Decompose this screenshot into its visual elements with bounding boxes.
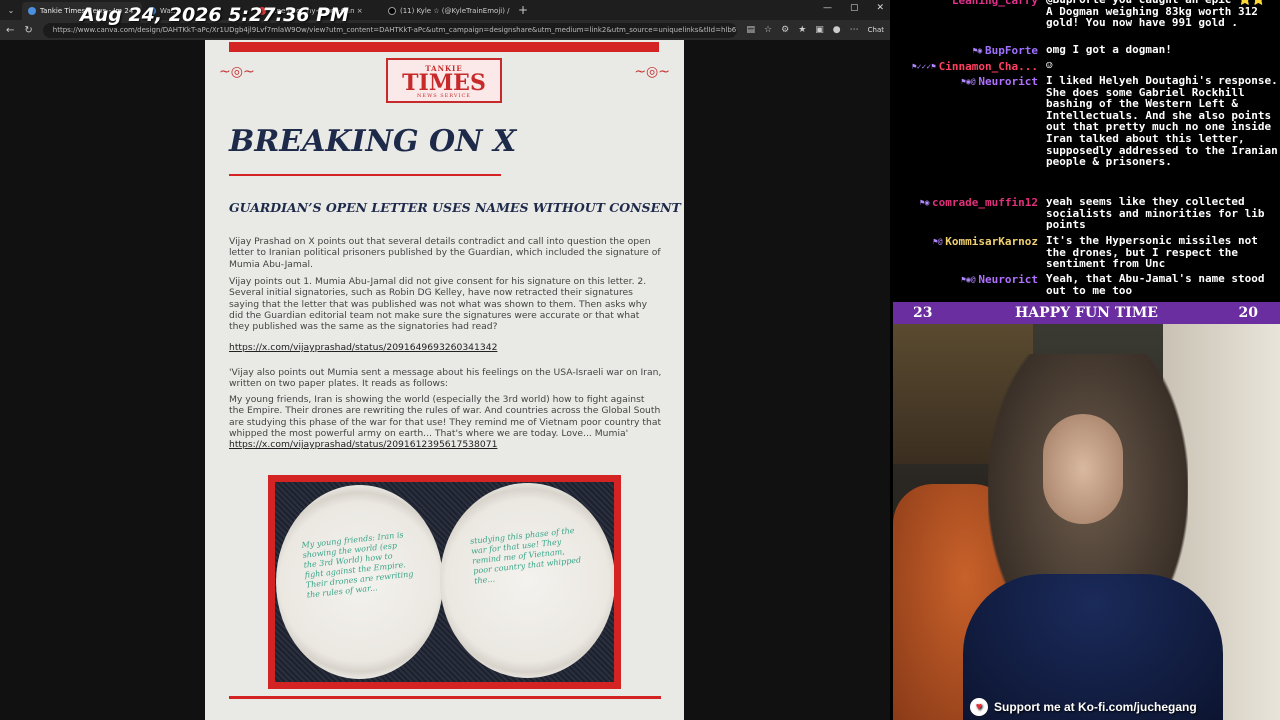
paragraph-2: Vijay points out 1. Mumia Abu-Jamal did … bbox=[229, 276, 648, 333]
chat-username[interactable]: Neurorict bbox=[978, 75, 1038, 88]
banner-right-number: 20 bbox=[1238, 305, 1258, 321]
new-tab-button[interactable]: + bbox=[512, 3, 534, 17]
banner-title: HAPPY FUN TIME bbox=[1015, 305, 1158, 321]
webcam-feed bbox=[893, 324, 1280, 720]
kofi-overlay: ♥ Support me at Ko-fi.com/juchegang bbox=[970, 696, 1197, 718]
chat-badges: ⚑◉@ bbox=[961, 77, 976, 86]
paper-plate-right: studying this phase of the war for that … bbox=[440, 483, 614, 678]
plate-right-handwriting: studying this phase of the war for that … bbox=[469, 525, 582, 586]
favorites-icon[interactable]: ★ bbox=[798, 25, 806, 35]
chat-badges: ⚑◉@ bbox=[961, 275, 976, 284]
star-icon[interactable]: ☆ bbox=[764, 25, 772, 35]
bottom-red-bar bbox=[229, 696, 661, 699]
tweet-link-1[interactable]: https://x.com/vijayprashad/status/209164… bbox=[229, 342, 497, 353]
kofi-text: Support me at Ko-fi.com/juchegang bbox=[994, 700, 1197, 714]
refresh-icon[interactable]: ↻ bbox=[24, 25, 32, 36]
top-red-bar bbox=[229, 42, 659, 52]
minimize-button[interactable]: — bbox=[823, 3, 832, 13]
toolbar-icons: ▤ ☆ ⚙ ★ ▣ ● ⋯ Chat bbox=[747, 25, 884, 35]
chat-badges: ⚑◉ bbox=[972, 46, 983, 55]
paragraph-4: My young friends, Iran is showing the wo… bbox=[229, 394, 662, 450]
swirl-ornament-right: ~◎~ bbox=[634, 64, 670, 80]
paper-plate-left: My young friends: Iran is showing the wo… bbox=[276, 485, 443, 679]
window-controls: — ▢ ✕ bbox=[823, 3, 884, 13]
logo-main-text: TIMES bbox=[402, 70, 486, 96]
headline: BREAKING ON X bbox=[229, 124, 517, 159]
chat-username[interactable]: Leaning_carry bbox=[952, 0, 1038, 7]
chat-badges: ⚑◉ bbox=[919, 198, 930, 207]
chat-message-text: ☺ bbox=[1046, 59, 1053, 72]
chat-message-text: I liked Helyeh Doutaghi's response. She … bbox=[1046, 74, 1278, 169]
paragraph-1: Vijay Prashad on X points out that sever… bbox=[229, 236, 661, 270]
canva-document: ~◎~ ~◎~ TANKIE TIMES NEWS SERVICE BREAKI… bbox=[205, 40, 684, 720]
back-icon[interactable]: ← bbox=[6, 25, 14, 36]
paragraph-3: 'Vijay also points out Mumia sent a mess… bbox=[229, 367, 662, 390]
chat-username[interactable]: KommisarKarnoz bbox=[945, 235, 1038, 248]
stream-timestamp: Aug 24, 2026 5:27:36 PM bbox=[80, 4, 349, 26]
headline-underline bbox=[229, 174, 501, 176]
chat-button[interactable]: Chat bbox=[868, 26, 884, 34]
chat-message-text: Yeah, that Abu-Jamal's name stood out to… bbox=[1046, 272, 1265, 297]
tab-label: (11) Kyle ☆ (@KyleTrainEmoji) / X × bbox=[400, 7, 512, 15]
chat-badges: ⚑@ bbox=[932, 237, 943, 246]
kofi-cup-icon: ♥ bbox=[970, 698, 988, 716]
chat-message-text: omg I got a dogman! bbox=[1046, 43, 1172, 56]
chat-message-text: @BupForte you caught an epic ⭐⭐ A Dogman… bbox=[1046, 0, 1265, 30]
plate-left-handwriting: My young friends: Iran is showing the wo… bbox=[301, 530, 414, 600]
close-button[interactable]: ✕ bbox=[876, 3, 884, 13]
chat-username[interactable]: BupForte bbox=[985, 44, 1038, 57]
extension-icon[interactable]: ⚙ bbox=[781, 25, 789, 35]
more-icon[interactable]: ⋯ bbox=[850, 25, 859, 35]
reader-icon[interactable]: ▤ bbox=[747, 25, 756, 35]
maximize-button[interactable]: ▢ bbox=[850, 3, 859, 13]
chat-username[interactable]: Cinnamon_Cha... bbox=[939, 60, 1038, 73]
photo-background: My young friends: Iran is showing the wo… bbox=[275, 482, 614, 682]
stream-chat: Leaning_carry @BupForte you caught an epi… bbox=[893, 0, 1280, 302]
webcam-person-face bbox=[1043, 414, 1123, 524]
tab-menu-icon[interactable]: ⌄ bbox=[0, 6, 22, 15]
chat-message-text: yeah seems like they collected socialist… bbox=[1046, 195, 1265, 232]
canva-icon bbox=[28, 7, 36, 15]
chat-username[interactable]: comrade_muffin12 bbox=[932, 196, 1038, 209]
tankie-times-logo: TANKIE TIMES NEWS SERVICE bbox=[386, 58, 502, 103]
tweet-link-2[interactable]: https://x.com/vijayprashad/status/209161… bbox=[229, 439, 497, 450]
swirl-ornament-left: ~◎~ bbox=[219, 64, 255, 80]
chat-badges: ⚑✓✓✓⚑ bbox=[911, 62, 936, 71]
collections-icon[interactable]: ▣ bbox=[815, 25, 824, 35]
browser-window: ⌄ Tankie Times News - Jm 24 × Wa... ...n… bbox=[0, 0, 890, 720]
subheadline: GUARDIAN’S OPEN LETTER USES NAMES WITHOU… bbox=[229, 200, 681, 215]
mumia-quote: My young friends, Iran is showing the wo… bbox=[229, 394, 662, 439]
tab-x-kyle[interactable]: (11) Kyle ☆ (@KyleTrainEmoji) / X × bbox=[382, 2, 512, 20]
x-icon bbox=[388, 7, 396, 15]
chat-message-text: It's the Hypersonic missiles not the dro… bbox=[1046, 234, 1258, 271]
paper-plates-photo: My young friends: Iran is showing the wo… bbox=[268, 475, 621, 689]
page-viewport[interactable]: ~◎~ ~◎~ TANKIE TIMES NEWS SERVICE BREAKI… bbox=[0, 40, 890, 720]
chat-username[interactable]: Neurorict bbox=[978, 273, 1038, 286]
happy-fun-time-banner: 23 HAPPY FUN TIME 20 bbox=[893, 302, 1280, 324]
profile-icon[interactable]: ● bbox=[833, 25, 841, 35]
